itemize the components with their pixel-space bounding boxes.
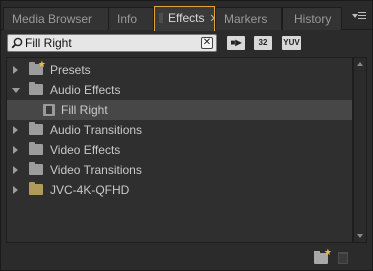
tab-label: Info	[117, 12, 138, 26]
tree-item-label: Video Transitions	[50, 163, 142, 177]
clear-search-icon[interactable]: ✕	[201, 37, 213, 49]
expand-arrow-icon[interactable]	[13, 66, 18, 74]
tree-item-audio-transitions[interactable]: Audio Transitions	[7, 120, 352, 140]
search-icon	[11, 37, 23, 49]
folder-icon	[29, 162, 43, 175]
tab-markers[interactable]: Markers	[215, 7, 282, 30]
preset-folder-icon: ★	[29, 60, 46, 75]
bottom-toolbar: ★	[1, 245, 372, 270]
panel-menu-icon[interactable]	[352, 11, 366, 21]
tab-bar: Media Browser Info Effects ✕ Markers Hist…	[1, 1, 372, 31]
tab-label: History	[294, 12, 332, 26]
tree-item-presets[interactable]: ★ Presets	[7, 60, 352, 80]
tab-label: Effects	[168, 11, 205, 25]
tree-item-label: Presets	[50, 63, 91, 77]
tree-item-video-effects[interactable]: Video Effects	[7, 140, 352, 160]
search-row: ✕ ■▶ 32 YUV	[1, 31, 372, 55]
tree-item-video-transitions[interactable]: Video Transitions	[7, 160, 352, 180]
vertical-scrollbar[interactable]	[353, 57, 367, 243]
tab-info[interactable]: Info	[108, 7, 154, 30]
tab-label: Media Browser	[12, 12, 93, 26]
search-box[interactable]: ✕	[7, 34, 217, 52]
trash-icon[interactable]	[338, 252, 348, 264]
tab-media-browser[interactable]: Media Browser	[3, 7, 109, 30]
accelerated-effects-filter-button[interactable]: ■▶	[227, 36, 245, 50]
effects-tree: ★ Presets Audio Effects Fill Right Audio…	[6, 57, 353, 243]
effects-panel: Media Browser Info Effects ✕ Markers Hist…	[0, 0, 373, 271]
tree-item-audio-effects[interactable]: Audio Effects	[7, 80, 352, 100]
collapse-arrow-icon[interactable]	[12, 88, 20, 93]
tree-item-label: Video Effects	[50, 143, 121, 157]
close-icon[interactable]: ✕	[209, 8, 214, 30]
tab-history[interactable]: History	[282, 7, 342, 30]
tree-item-label: JVC-4K-QFHD	[50, 183, 130, 197]
tab-effects[interactable]: Effects ✕	[154, 6, 215, 31]
expand-arrow-icon[interactable]	[13, 186, 18, 194]
scroll-up-icon[interactable]	[357, 62, 363, 66]
expand-arrow-icon[interactable]	[13, 166, 18, 174]
expand-arrow-icon[interactable]	[13, 146, 18, 154]
tree-item-label: Audio Effects	[50, 83, 121, 97]
yuv-filter-button[interactable]: YUV	[282, 36, 301, 50]
tree-item-jvc-4k-qfhd[interactable]: JVC-4K-QFHD	[7, 180, 352, 200]
bin-folder-icon	[29, 182, 43, 195]
32bit-filter-button[interactable]: 32	[254, 36, 272, 50]
grip-icon[interactable]	[159, 13, 163, 23]
scroll-down-icon[interactable]	[357, 234, 363, 238]
folder-icon	[29, 82, 43, 95]
audio-effect-icon	[43, 104, 55, 116]
search-input[interactable]	[25, 36, 195, 50]
tree-item-label: Fill Right	[61, 103, 108, 117]
tab-label: Markers	[224, 12, 268, 26]
folder-icon	[29, 122, 43, 135]
tree-item-fill-right[interactable]: Fill Right	[7, 100, 352, 120]
tree-item-label: Audio Transitions	[50, 123, 143, 137]
folder-icon	[29, 142, 43, 155]
expand-arrow-icon[interactable]	[13, 126, 18, 134]
new-custom-bin-icon[interactable]: ★	[314, 247, 332, 264]
